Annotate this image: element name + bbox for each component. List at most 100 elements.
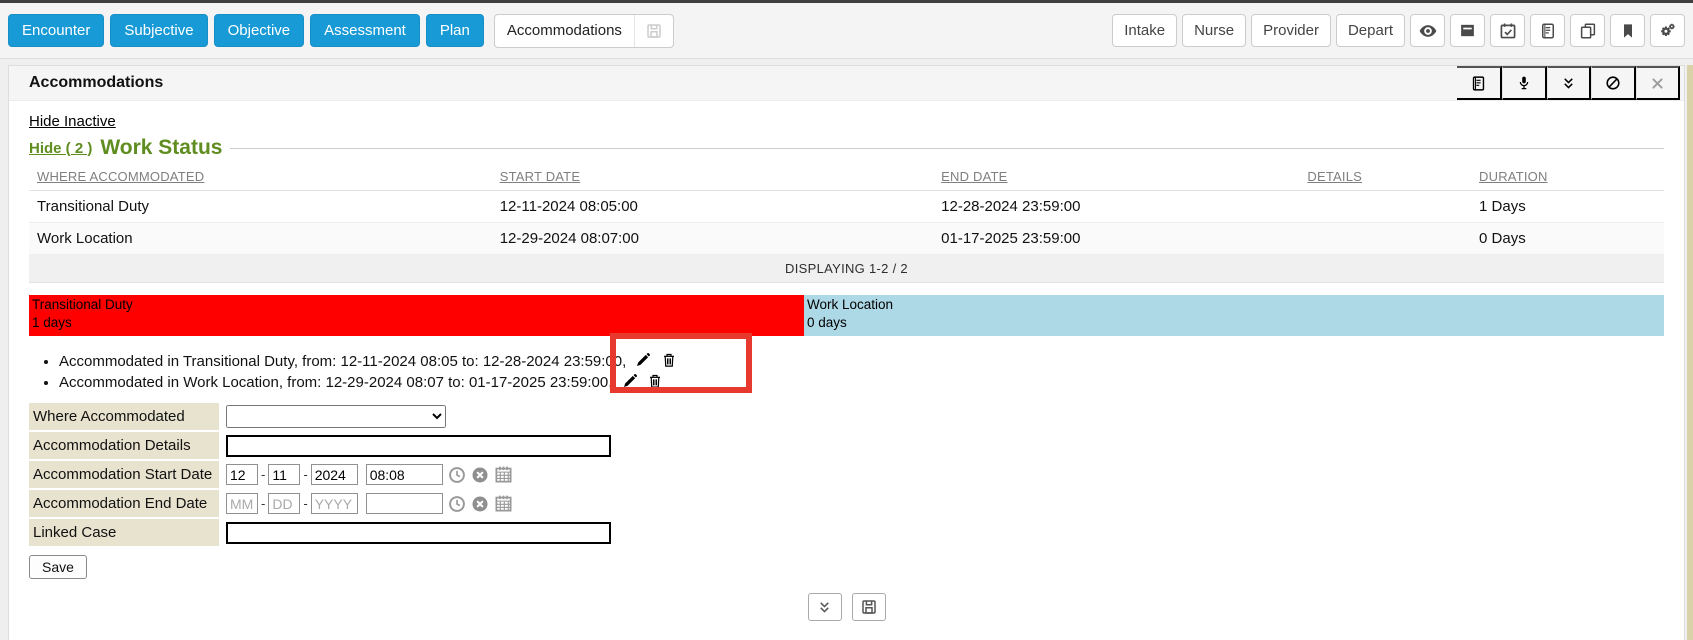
clock-icon[interactable] bbox=[448, 466, 466, 484]
list-item: Accommodated in Work Location, from: 12-… bbox=[59, 373, 1664, 391]
work-status-title: Work Status bbox=[100, 136, 222, 160]
intake-button[interactable]: Intake bbox=[1112, 14, 1177, 47]
calendar-check-icon[interactable] bbox=[1490, 14, 1525, 47]
clock-icon[interactable] bbox=[448, 495, 466, 513]
pencil-edit-icon[interactable] bbox=[622, 373, 638, 389]
header-duration[interactable]: DURATION bbox=[1471, 163, 1664, 191]
encounter-button[interactable]: Encounter bbox=[8, 14, 104, 47]
header-end-date[interactable]: END DATE bbox=[933, 163, 1299, 191]
subjective-button[interactable]: Subjective bbox=[110, 14, 207, 47]
archive-box-icon[interactable] bbox=[1450, 14, 1485, 47]
trash-delete-icon[interactable] bbox=[647, 373, 663, 389]
panel-header: Accommodations bbox=[9, 66, 1684, 101]
nurse-button[interactable]: Nurse bbox=[1182, 14, 1246, 47]
header-where-accommodated[interactable]: WHERE ACCOMMODATED bbox=[29, 163, 492, 191]
legend-divider bbox=[230, 148, 1664, 149]
role-button-group: Intake Nurse Provider Depart bbox=[1107, 14, 1685, 47]
panel-header-icons bbox=[1457, 66, 1680, 100]
header-details[interactable]: DETAILS bbox=[1299, 163, 1471, 191]
header-start-date[interactable]: START DATE bbox=[492, 163, 933, 191]
save-button[interactable]: Save bbox=[29, 555, 87, 579]
segment-duration: 0 days bbox=[807, 314, 1661, 332]
copy-pages-icon[interactable] bbox=[1570, 14, 1605, 47]
end-day-input[interactable] bbox=[268, 493, 300, 514]
table-row: Transitional Duty 12-11-2024 08:05:00 12… bbox=[29, 191, 1664, 223]
notes-book-icon[interactable] bbox=[1530, 14, 1565, 47]
cell-start: 12-29-2024 08:07:00 bbox=[492, 223, 933, 255]
panel-body: Hide Inactive Hide ( 2 ) Work Status WHE… bbox=[9, 101, 1684, 621]
end-month-input[interactable] bbox=[226, 493, 258, 514]
accommodation-details-label: Accommodation Details bbox=[29, 432, 219, 459]
linked-case-input[interactable] bbox=[226, 522, 611, 544]
list-item-text: Accommodated in Transitional Duty, from:… bbox=[59, 353, 626, 370]
clear-circle-x-icon[interactable] bbox=[471, 495, 489, 513]
start-time-input[interactable] bbox=[366, 464, 443, 485]
provider-button[interactable]: Provider bbox=[1251, 14, 1331, 47]
cell-duration: 1 Days bbox=[1471, 191, 1664, 223]
hide-count-link[interactable]: Hide ( 2 ) bbox=[29, 140, 92, 157]
segment-label: Work Location bbox=[807, 296, 1661, 314]
clear-circle-x-icon[interactable] bbox=[471, 466, 489, 484]
top-toolbar: Encounter Subjective Objective Assessmen… bbox=[0, 3, 1693, 59]
where-accommodated-select[interactable] bbox=[226, 405, 446, 428]
segment-duration: 1 days bbox=[32, 314, 801, 332]
nav-button-group: Encounter Subjective Objective Assessmen… bbox=[8, 14, 674, 48]
accommodation-form: Where Accommodated Accommodation Details… bbox=[29, 403, 649, 546]
cell-details bbox=[1299, 191, 1471, 223]
timeline-segment-work-location: Work Location 0 days bbox=[804, 295, 1664, 336]
microphone-icon[interactable] bbox=[1502, 66, 1547, 100]
objective-button[interactable]: Objective bbox=[214, 14, 305, 47]
collapse-double-chevron-icon[interactable] bbox=[1547, 66, 1591, 100]
cell-duration: 0 Days bbox=[1471, 223, 1664, 255]
tab-accommodations-label: Accommodations bbox=[507, 22, 634, 39]
tab-accommodations[interactable]: Accommodations bbox=[494, 14, 674, 48]
table-footer-row: DISPLAYING 1-2 / 2 bbox=[29, 255, 1664, 283]
start-month-input[interactable] bbox=[226, 464, 258, 485]
accommodation-end-date-label: Accommodation End Date bbox=[29, 490, 219, 517]
cell-where: Transitional Duty bbox=[29, 191, 492, 223]
end-time-input[interactable] bbox=[366, 493, 443, 514]
linked-case-label: Linked Case bbox=[29, 519, 219, 546]
work-status-table: WHERE ACCOMMODATED START DATE END DATE D… bbox=[29, 163, 1664, 283]
calendar-icon[interactable] bbox=[494, 465, 513, 484]
scrollbar[interactable] bbox=[1687, 65, 1693, 640]
accommodation-timeline: Transitional Duty 1 days Work Location 0… bbox=[29, 295, 1664, 336]
date-separator: - bbox=[303, 496, 307, 511]
cell-details bbox=[1299, 223, 1471, 255]
accommodation-start-date-label: Accommodation Start Date bbox=[29, 461, 219, 488]
cell-end: 01-17-2025 23:59:00 bbox=[933, 223, 1299, 255]
settings-gears-icon[interactable] bbox=[1650, 14, 1685, 47]
cell-start: 12-11-2024 08:05:00 bbox=[492, 191, 933, 223]
end-year-input[interactable] bbox=[311, 493, 358, 514]
accommodations-panel: Accommodations Hide Inactive Hide ( 2 ) … bbox=[8, 65, 1685, 640]
work-status-legend: Hide ( 2 ) Work Status bbox=[29, 136, 1664, 160]
hide-inactive-link[interactable]: Hide Inactive bbox=[29, 113, 116, 130]
accommodation-list: Accommodated in Transitional Duty, from:… bbox=[29, 352, 1664, 391]
assessment-button[interactable]: Assessment bbox=[310, 14, 420, 47]
start-year-input[interactable] bbox=[311, 464, 358, 485]
depart-button[interactable]: Depart bbox=[1336, 14, 1405, 47]
pencil-edit-icon[interactable] bbox=[635, 352, 651, 368]
calendar-icon[interactable] bbox=[494, 494, 513, 513]
list-item: Accommodated in Transitional Duty, from:… bbox=[59, 352, 1664, 370]
start-day-input[interactable] bbox=[268, 464, 300, 485]
timeline-segment-transitional-duty: Transitional Duty 1 days bbox=[29, 295, 804, 336]
notes-book-icon[interactable] bbox=[1457, 66, 1502, 100]
cancel-circle-icon[interactable] bbox=[1591, 66, 1636, 100]
tab-save-icon[interactable] bbox=[634, 15, 673, 47]
close-icon[interactable] bbox=[1636, 66, 1680, 100]
bookmark-icon[interactable] bbox=[1610, 14, 1645, 47]
double-chevron-down-icon[interactable] bbox=[808, 593, 842, 621]
plan-button[interactable]: Plan bbox=[426, 14, 484, 47]
date-separator: - bbox=[261, 467, 265, 482]
eye-icon[interactable] bbox=[1410, 14, 1445, 47]
list-item-text: Accommodated in Work Location, from: 12-… bbox=[59, 374, 612, 391]
panel-title: Accommodations bbox=[29, 74, 163, 92]
save-floppy-icon[interactable] bbox=[852, 593, 886, 621]
trash-delete-icon[interactable] bbox=[661, 352, 677, 368]
segment-label: Transitional Duty bbox=[32, 296, 801, 314]
table-header-row: WHERE ACCOMMODATED START DATE END DATE D… bbox=[29, 163, 1664, 191]
accommodation-details-input[interactable] bbox=[226, 435, 611, 457]
table-row: Work Location 12-29-2024 08:07:00 01-17-… bbox=[29, 223, 1664, 255]
cell-end: 12-28-2024 23:59:00 bbox=[933, 191, 1299, 223]
